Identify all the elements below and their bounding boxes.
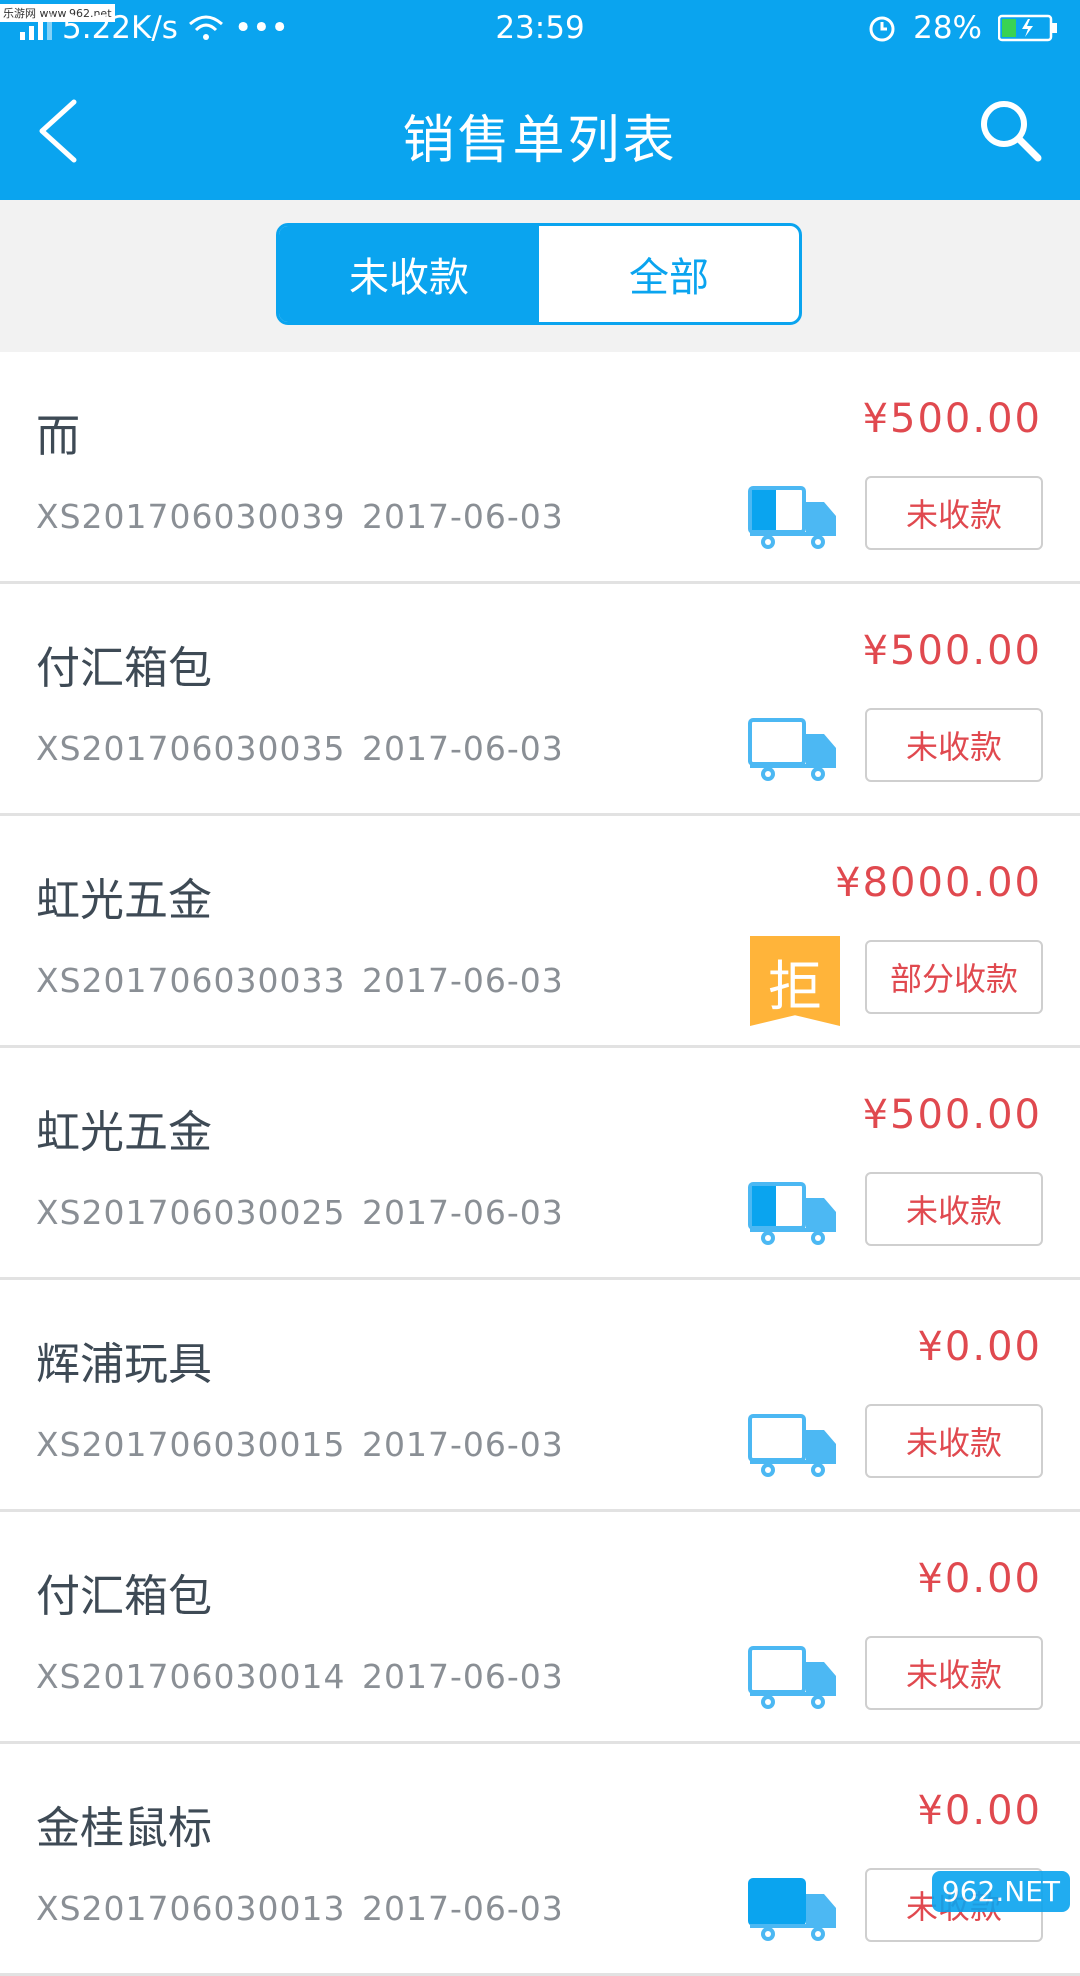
battery-icon <box>998 14 1057 42</box>
order-number: XS201706030035 <box>36 729 346 768</box>
order-date: 2017-06-03 <box>362 1425 564 1464</box>
order-date: 2017-06-03 <box>362 497 564 536</box>
customer-name: 付汇箱包 <box>36 643 212 694</box>
customer-name: 虹光五金 <box>36 875 212 926</box>
order-number: XS201706030033 <box>36 961 346 1000</box>
list-item[interactable]: 虹光五金 ¥8000.00 XS201706030033 2017-06-03 … <box>0 816 1080 1048</box>
list-item[interactable]: 而 ¥500.00 XS201706030039 2017-06-03 未收款 <box>0 352 1080 584</box>
order-number: XS201706030039 <box>36 497 346 536</box>
customer-name: 虹光五金 <box>36 1107 212 1158</box>
customer-name: 而 <box>36 411 80 462</box>
order-date: 2017-06-03 <box>362 1657 564 1696</box>
order-number: XS201706030013 <box>36 1889 346 1928</box>
list-item[interactable]: 金桂鼠标 ¥0.00 XS201706030013 2017-06-03 未收款 <box>0 1744 1080 1976</box>
payment-status-button[interactable]: 未收款 <box>865 1404 1043 1478</box>
truck-empty-icon <box>748 1414 836 1477</box>
page-title: 销售单列表 <box>402 111 678 171</box>
filter-segmented-control: 未收款 全部 <box>276 223 802 325</box>
order-number: XS201706030014 <box>36 1657 346 1696</box>
list-item[interactable]: 付汇箱包 ¥500.00 XS201706030035 2017-06-03 未… <box>0 584 1080 816</box>
order-date: 2017-06-03 <box>362 1889 564 1928</box>
tab-unpaid[interactable]: 未收款 <box>279 226 539 322</box>
customer-name: 辉浦玩具 <box>36 1339 212 1390</box>
order-amount: ¥0.00 <box>917 1324 1042 1370</box>
order-amount: ¥500.00 <box>862 1092 1042 1138</box>
status-bar: 乐游网 www.962.net 5.22K/s ••• 23:59 28% <box>0 0 1080 58</box>
battery-percent: 28% <box>913 10 982 46</box>
order-date: 2017-06-03 <box>362 961 564 1000</box>
truck-half-icon <box>748 486 836 549</box>
payment-status-button[interactable]: 未收款 <box>865 476 1043 550</box>
reject-badge-icon: 拒 <box>750 936 840 1026</box>
app-header: 乐游网 www.962.net 5.22K/s ••• 23:59 28% 销售… <box>0 0 1080 200</box>
truck-half-icon <box>748 1182 836 1245</box>
site-watermark-logo: 962.NET <box>931 1871 1070 1912</box>
order-amount: ¥8000.00 <box>835 860 1042 906</box>
order-date: 2017-06-03 <box>362 1193 564 1232</box>
order-amount: ¥0.00 <box>917 1556 1042 1602</box>
alarm-icon <box>869 16 895 42</box>
truck-empty-icon <box>748 718 836 781</box>
order-amount: ¥500.00 <box>862 628 1042 674</box>
payment-status-button[interactable]: 部分收款 <box>865 940 1043 1014</box>
customer-name: 金桂鼠标 <box>36 1803 212 1854</box>
search-icon[interactable] <box>976 96 1046 166</box>
list-item[interactable]: 辉浦玩具 ¥0.00 XS201706030015 2017-06-03 未收款 <box>0 1280 1080 1512</box>
payment-status-button[interactable]: 未收款 <box>865 1172 1043 1246</box>
payment-status-button[interactable]: 未收款 <box>865 1636 1043 1710</box>
truck-empty-icon <box>748 1646 836 1709</box>
order-amount: ¥0.00 <box>917 1788 1042 1834</box>
order-list: 而 ¥500.00 XS201706030039 2017-06-03 未收款 … <box>0 352 1080 1976</box>
nav-bar: 销售单列表 <box>0 58 1080 200</box>
list-item[interactable]: 虹光五金 ¥500.00 XS201706030025 2017-06-03 未… <box>0 1048 1080 1280</box>
order-amount: ¥500.00 <box>862 396 1042 442</box>
customer-name: 付汇箱包 <box>36 1571 212 1622</box>
filter-bar: 未收款 全部 <box>0 200 1080 352</box>
list-item[interactable]: 付汇箱包 ¥0.00 XS201706030014 2017-06-03 未收款 <box>0 1512 1080 1744</box>
tab-all[interactable]: 全部 <box>539 226 799 322</box>
order-date: 2017-06-03 <box>362 729 564 768</box>
order-number: XS201706030025 <box>36 1193 346 1232</box>
order-number: XS201706030015 <box>36 1425 346 1464</box>
payment-status-button[interactable]: 未收款 <box>865 708 1043 782</box>
truck-full-icon <box>748 1878 836 1941</box>
